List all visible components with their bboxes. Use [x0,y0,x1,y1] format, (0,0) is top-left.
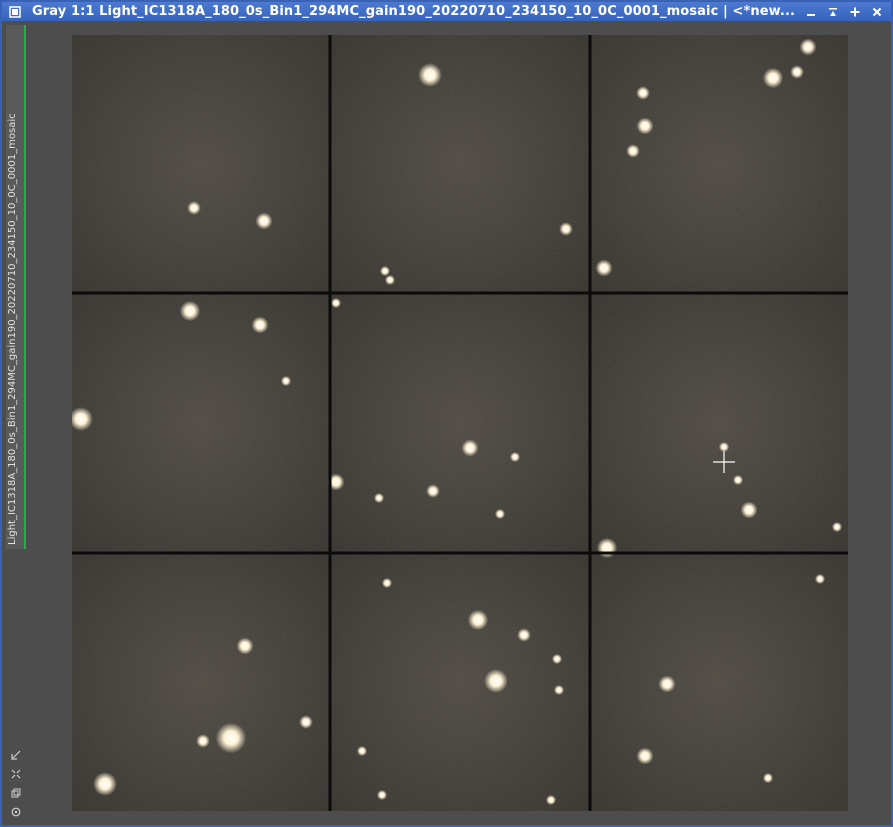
side-tab-label: Light_IC1318A_180_0s_Bin1_294MC_gain190_… [7,113,18,545]
star [545,794,557,806]
star [509,451,521,463]
star [373,492,385,504]
star [461,439,479,457]
star [426,484,440,498]
star [596,537,618,559]
image-viewport[interactable] [72,35,848,811]
star [740,501,758,519]
star [799,38,817,56]
star [179,300,201,322]
star [553,684,565,696]
star [595,259,613,277]
star [255,212,273,230]
side-tab[interactable]: Light_IC1318A_180_0s_Bin1_294MC_gain190_… [6,25,26,549]
star [93,772,117,796]
star [467,609,489,631]
star [236,637,254,655]
star [762,67,784,89]
tile-separator [588,35,592,811]
close-icon[interactable] [869,4,885,20]
star [762,772,774,784]
minimize-icon[interactable] [803,4,819,20]
star [636,117,654,135]
star [559,222,573,236]
star [215,722,247,754]
shade-icon[interactable] [825,4,841,20]
star [484,669,508,693]
star [718,441,730,453]
zoom-icon[interactable] [9,767,23,781]
clone-icon[interactable] [9,786,23,800]
star [187,201,201,215]
window-title: Gray 1:1 Light_IC1318A_180_0s_Bin1_294MC… [32,4,796,19]
star [418,63,442,87]
title-bar[interactable]: Gray 1:1 Light_IC1318A_180_0s_Bin1_294MC… [2,2,891,21]
settings-icon[interactable] [9,805,23,819]
star [636,747,654,765]
tile-separator [72,551,848,555]
star [494,508,506,520]
sensor-noise [72,35,848,811]
star [196,734,210,748]
star [517,628,531,642]
star [330,297,342,309]
star [626,144,640,158]
star [658,675,676,693]
tile-separator [328,35,332,811]
star [384,274,396,286]
star [280,375,292,387]
side-toolbar [7,748,25,824]
star [356,745,368,757]
image-window[interactable]: Gray 1:1 Light_IC1318A_180_0s_Bin1_294MC… [0,0,893,827]
maximize-icon[interactable] [847,4,863,20]
star [732,474,744,486]
star [379,265,391,277]
fit-view-icon[interactable] [9,748,23,762]
star [299,715,313,729]
star [831,521,843,533]
window-menu-icon[interactable] [8,5,22,19]
star [814,573,826,585]
star [551,653,563,665]
tile-separator [72,291,848,295]
mosaic-image[interactable] [72,35,848,811]
star [636,86,650,100]
star [790,65,804,79]
star [330,475,342,487]
star [251,316,269,334]
star [376,789,388,801]
star [381,577,393,589]
